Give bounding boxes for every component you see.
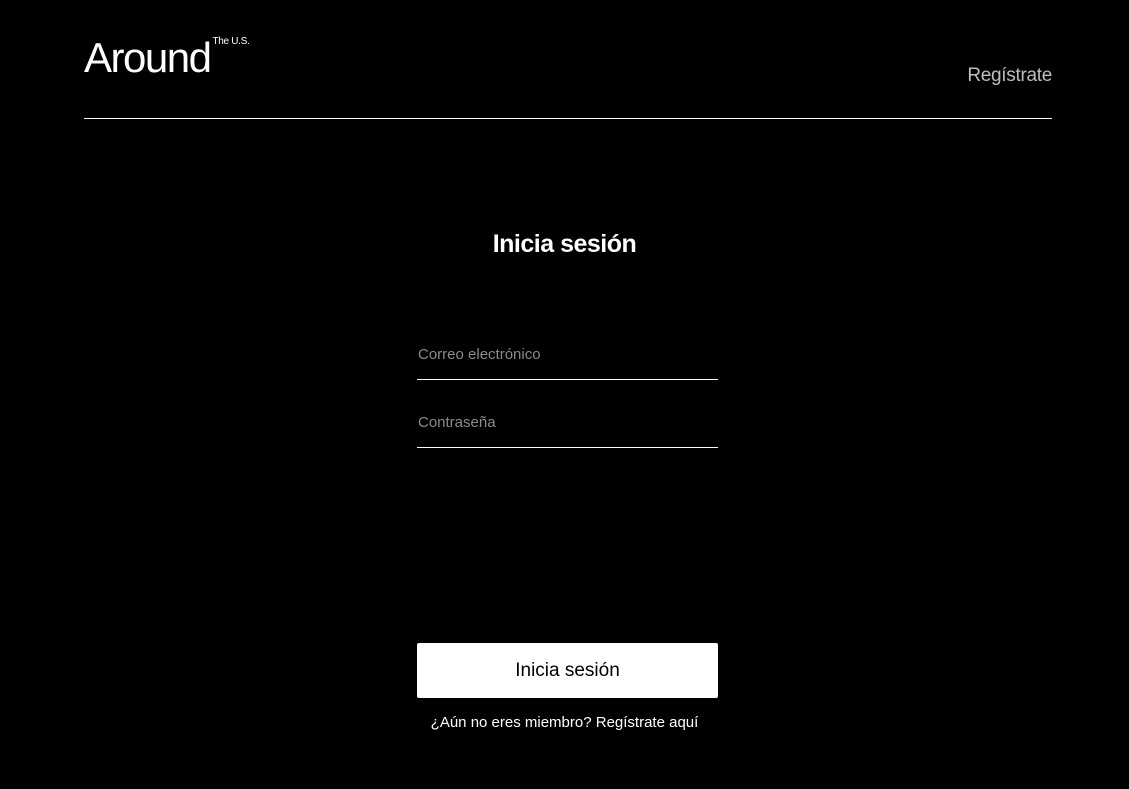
login-form	[417, 330, 718, 448]
logo[interactable]: Around The U.S.	[84, 36, 250, 80]
signup-link[interactable]: ¿Aún no eres miembro? Regístrate aquí	[0, 713, 1129, 733]
password-field[interactable]	[417, 398, 718, 448]
logo-text: Around	[84, 34, 212, 81]
page-title: Inicia sesión	[492, 230, 637, 258]
login-button[interactable]: Inicia sesión	[417, 643, 718, 698]
site-header: Around The U.S. Regístrate	[84, 0, 1052, 119]
logo-superscript: The U.S.	[212, 36, 250, 47]
register-link[interactable]: Regístrate	[967, 64, 1052, 88]
email-field[interactable]	[417, 330, 718, 380]
